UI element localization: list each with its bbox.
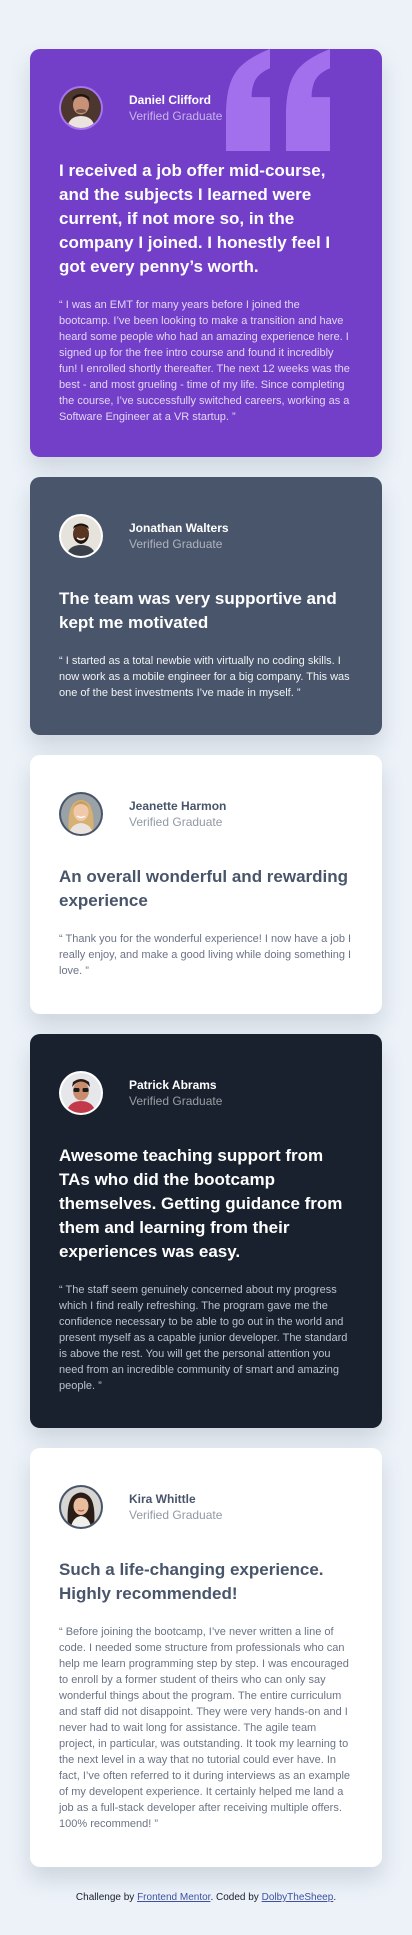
testimonial-body: “ I started as a total newbie with virtu… bbox=[59, 655, 350, 699]
author-name: Jeanette Harmon bbox=[129, 799, 227, 813]
author-role: Verified Graduate bbox=[129, 109, 223, 123]
attribution: Challenge by Frontend Mentor. Coded by D… bbox=[30, 1887, 382, 1933]
author-role: Verified Graduate bbox=[129, 1094, 223, 1108]
author-info: Daniel Clifford Verified Graduate bbox=[59, 85, 353, 131]
author-name: Daniel Clifford bbox=[129, 93, 212, 107]
avatar-patrick-image bbox=[61, 1073, 101, 1113]
author-role: Verified Graduate bbox=[129, 1508, 223, 1522]
author-info: Jeanette Harmon Verified Graduate bbox=[59, 791, 353, 837]
attribution-suffix: . bbox=[333, 1892, 337, 1903]
avatar bbox=[59, 1485, 103, 1529]
testimonial-card-daniel: Daniel Clifford Verified Graduate I rece… bbox=[30, 49, 382, 457]
testimonial-headline: The team was very supportive and kept me… bbox=[59, 589, 337, 632]
attribution-prefix: Challenge by bbox=[75, 1892, 138, 1903]
avatar bbox=[59, 86, 103, 130]
testimonials-grid: Daniel Clifford Verified Graduate I rece… bbox=[30, 49, 382, 1867]
attribution-middle: . Coded by bbox=[210, 1892, 262, 1903]
testimonial-headline: Such a life-changing experience. Highly … bbox=[59, 1560, 324, 1603]
frontend-mentor-link[interactable]: Frontend Mentor bbox=[137, 1892, 210, 1903]
testimonial-card-jeanette: Jeanette Harmon Verified Graduate An ove… bbox=[30, 755, 382, 1014]
author-info: Patrick Abrams Verified Graduate bbox=[59, 1070, 353, 1116]
avatar bbox=[59, 792, 103, 836]
author-name: Jonathan Walters bbox=[129, 521, 229, 535]
author-info: Jonathan Walters Verified Graduate bbox=[59, 513, 353, 559]
avatar-jeanette-image bbox=[61, 794, 101, 834]
testimonial-card-jonathan: Jonathan Walters Verified Graduate The t… bbox=[30, 477, 382, 735]
author-role: Verified Graduate bbox=[129, 537, 223, 551]
testimonial-card-kira: Kira Whittle Verified Graduate Such a li… bbox=[30, 1448, 382, 1867]
testimonial-headline: An overall wonderful and rewarding exper… bbox=[59, 867, 349, 910]
avatar-daniel-image bbox=[61, 88, 101, 128]
author-name: Patrick Abrams bbox=[129, 1078, 217, 1092]
author-name: Kira Whittle bbox=[129, 1492, 196, 1506]
author-info: Kira Whittle Verified Graduate bbox=[59, 1484, 353, 1530]
avatar-kira-image bbox=[61, 1487, 101, 1527]
avatar bbox=[59, 1071, 103, 1115]
testimonial-headline: Awesome teaching support from TAs who di… bbox=[59, 1146, 343, 1261]
testimonial-card-patrick: Patrick Abrams Verified Graduate Awesome… bbox=[30, 1034, 382, 1428]
testimonial-headline: I received a job offer mid-course, and t… bbox=[59, 161, 331, 276]
testimonial-body: “ Thank you for the wonderful experience… bbox=[59, 933, 352, 977]
author-link[interactable]: DolbyTheSheep bbox=[262, 1892, 334, 1903]
testimonial-body: “ I was an EMT for many years before I j… bbox=[59, 299, 350, 423]
avatar bbox=[59, 514, 103, 558]
testimonial-body: “ Before joining the bootcamp, I’ve neve… bbox=[59, 1626, 351, 1830]
avatar-jonathan-image bbox=[61, 516, 101, 556]
testimonial-body: “ The staff seem genuinely concerned abo… bbox=[59, 1284, 348, 1392]
author-role: Verified Graduate bbox=[129, 815, 223, 829]
